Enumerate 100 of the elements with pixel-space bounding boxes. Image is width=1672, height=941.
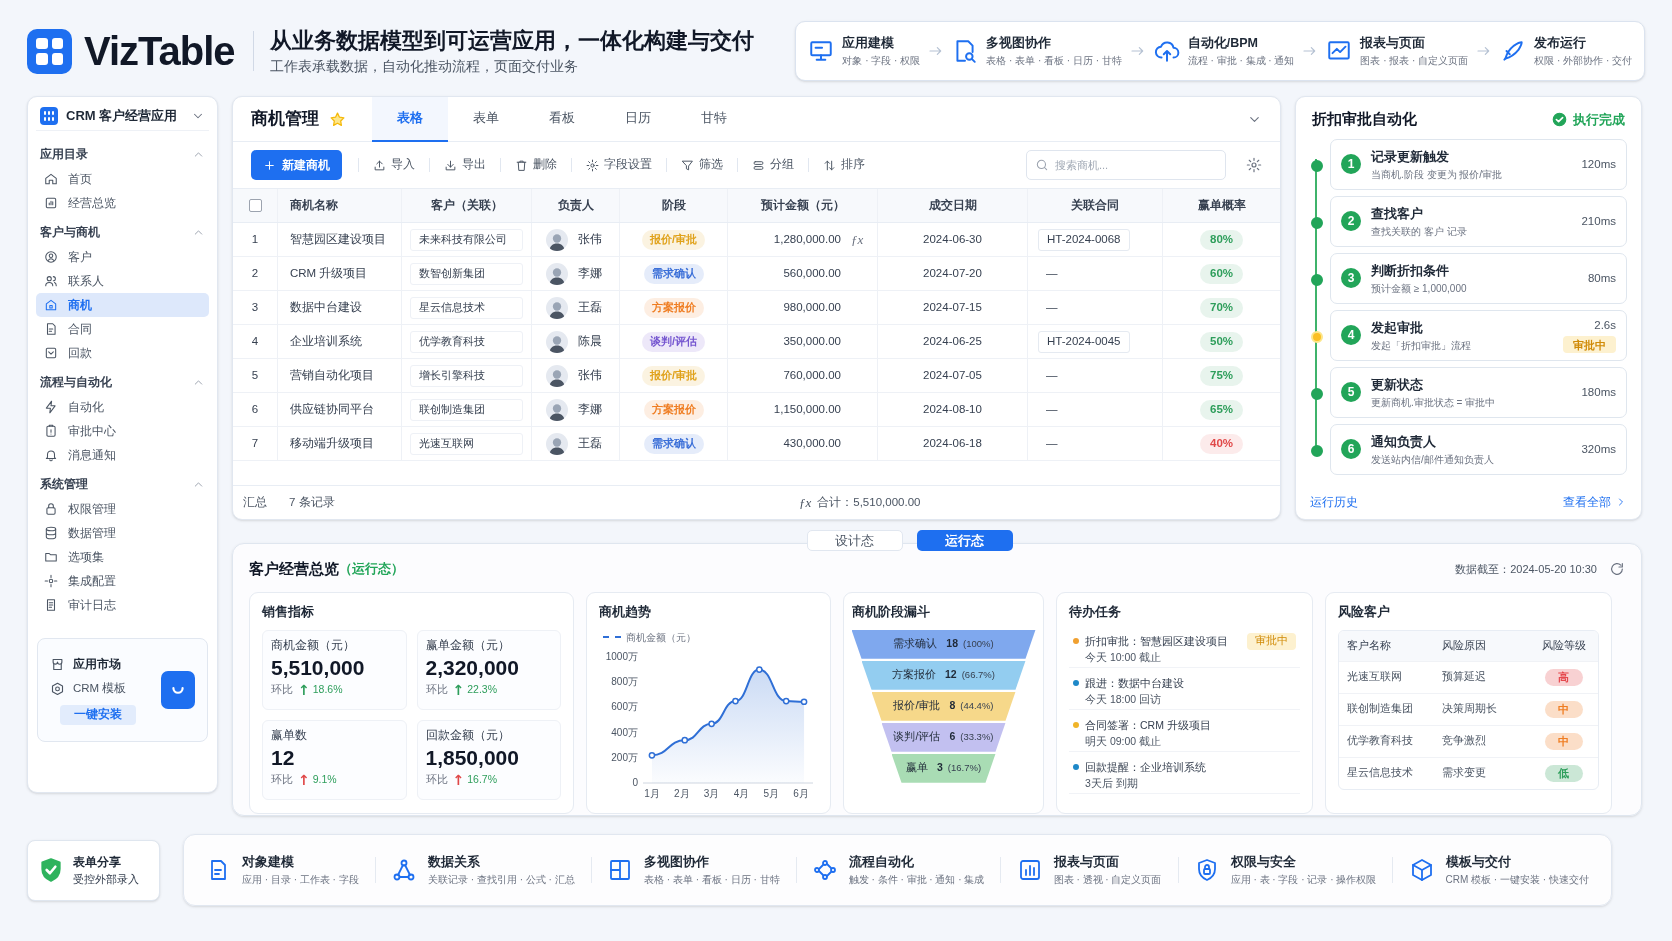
- brand-name: VizTable: [84, 28, 235, 75]
- step-subtitle: 对象 · 字段 · 权限: [842, 53, 921, 68]
- table-cell-text: 联创制造集团: [1347, 701, 1414, 717]
- step-description: 当商机.阶段 变更为 报价/审批: [1371, 167, 1503, 182]
- template-name: CRM 模板: [73, 681, 127, 697]
- axis-label: 1000万: [605, 650, 638, 662]
- table-cell-text: 供应链协同平台: [290, 401, 374, 417]
- step-number: 3: [1341, 268, 1361, 289]
- axis-label: 6月: [793, 787, 809, 799]
- step-title: 判断折扣条件: [1371, 262, 1450, 280]
- trend-arrow: ↑: [452, 772, 465, 787]
- stage-tag: 谈判/评估: [641, 331, 706, 352]
- feature-title: 模板与交付: [1445, 853, 1512, 872]
- trend-arrow: ↑: [298, 772, 310, 787]
- widget-title: 风险客户: [1338, 603, 1391, 621]
- feature-subtitle: 触发 · 条件 · 审批 · 通知 · 集成: [848, 872, 985, 887]
- stage-percent: (16.7%): [947, 761, 982, 776]
- table-cell-text: —: [1045, 299, 1058, 315]
- stage-label: 方案报价: [892, 667, 936, 683]
- step-subtitle: 表格 · 表单 · 看板 · 日历 · 甘特: [986, 53, 1122, 68]
- step-title: 应用建模: [842, 34, 896, 53]
- step-title: 通知负责人: [1371, 433, 1437, 451]
- change-label: 环比: [271, 772, 293, 787]
- task-due: 今天 10:00 截止: [1085, 649, 1163, 665]
- risk-level-badge: 中: [1544, 732, 1583, 750]
- owner-name: 李娜: [578, 265, 602, 281]
- axis-label: 2月: [674, 787, 690, 799]
- table-cell-text: 决策周期长: [1442, 701, 1498, 717]
- risk-level-badge: 低: [1544, 764, 1583, 782]
- column-header: 风险等级: [1540, 637, 1587, 653]
- owner-name: 王磊: [578, 299, 602, 315]
- table-cell-text: 营销自动化项目: [290, 367, 374, 383]
- amount-cell-text: 560,000.00: [783, 265, 841, 281]
- page-title: 商机管理: [251, 108, 319, 131]
- axis-label: 0: [632, 776, 638, 788]
- column-header: 成交日期: [928, 197, 977, 213]
- summary-label: 汇总: [243, 494, 267, 510]
- table-cell-text: 优学教育科技: [1347, 733, 1414, 749]
- stage-label: 报价/审批: [893, 698, 941, 714]
- column-header: 负责人: [557, 197, 594, 214]
- market-title: 应用市场: [73, 656, 121, 674]
- duration-label: 180ms: [1581, 384, 1616, 400]
- owner-name: 王磊: [578, 435, 602, 451]
- row-number: 2: [251, 265, 259, 281]
- record-count: 7 条记录: [289, 495, 335, 508]
- feature-subtitle: 关联记录 · 查找引用 · 公式 · 汇总: [428, 872, 575, 887]
- feature-title: 报表与页面: [1053, 854, 1120, 872]
- metric-label: 商机金额（元）: [271, 637, 356, 653]
- owner-name: 李娜: [578, 401, 602, 417]
- task-title: 回款提醒：企业培训系统: [1085, 759, 1206, 775]
- row-number: 1: [251, 231, 259, 247]
- stage-tag: 需求确认: [643, 433, 704, 454]
- owner-name: 张伟: [578, 367, 602, 383]
- step-title: 查找客户: [1371, 205, 1424, 223]
- column-header: 关联合同: [1071, 197, 1119, 213]
- duration-label: 210ms: [1581, 213, 1616, 229]
- change-label: 环比: [271, 682, 293, 697]
- column-header: 预计金额（元）: [760, 197, 845, 214]
- stage-tag: 报价/审批: [641, 229, 706, 250]
- stage-tag: 方案报价: [643, 297, 704, 318]
- row-number: 4: [251, 333, 259, 349]
- table-cell-text: 预算延迟: [1442, 669, 1487, 685]
- feature-title: 权限与安全: [1230, 853, 1297, 872]
- stage-tag: 方案报价: [643, 399, 704, 420]
- metric-value: 5,510,000: [271, 655, 366, 681]
- step-title: 发布运行: [1534, 35, 1588, 53]
- probability-badge: 65%: [1200, 399, 1243, 420]
- risk-level-badge: 高: [1544, 668, 1583, 686]
- task-due: 今天 18:00 回访: [1085, 691, 1163, 707]
- column-header: 客户名称: [1347, 637, 1392, 653]
- change-value: 16.7%: [467, 772, 497, 787]
- task-due: 3天后 到期: [1085, 775, 1139, 791]
- duration-label: 120ms: [1581, 156, 1616, 172]
- step-number: 6: [1341, 439, 1361, 460]
- metric-label: 赢单金额（元）: [425, 637, 511, 653]
- axis-label: 3月: [703, 787, 720, 799]
- stage-count: 8: [949, 698, 956, 714]
- axis-label: 1月: [644, 787, 660, 799]
- column-header: 客户（关联）: [430, 197, 503, 214]
- step-description: 查找关联的 客户 记录: [1371, 224, 1467, 239]
- table-cell-text: 光速互联网: [1347, 669, 1403, 685]
- step-number: 4: [1341, 325, 1361, 346]
- trend-arrow: ↑: [452, 682, 465, 697]
- table-cell-text: —: [1045, 265, 1058, 281]
- axis-label: 5月: [763, 787, 780, 799]
- table-cell-text: 需求变更: [1442, 765, 1487, 781]
- headline: 从业务数据模型到可运营应用，一体化构建与交付: [269, 26, 754, 55]
- date-cell-text: 2024-06-18: [923, 435, 982, 451]
- step-description: 发起「折扣审批」流程: [1371, 338, 1471, 353]
- amount-cell-text: 430,000.00: [783, 435, 841, 451]
- widget-title: 商机阶段漏斗: [852, 604, 931, 621]
- row-number: 7: [251, 435, 259, 451]
- axis-label: 800万: [611, 675, 638, 687]
- feature-title: 对象建模: [242, 854, 296, 872]
- section-title: 客户经营总览: [249, 558, 339, 579]
- amount-cell-text: 760,000.00: [783, 367, 841, 383]
- stage-count: 18: [946, 636, 959, 652]
- table-cell-text: 星云信息技术: [1347, 765, 1414, 781]
- formula-mark: ƒx: [799, 493, 812, 512]
- column-header: 风险原因: [1442, 637, 1487, 653]
